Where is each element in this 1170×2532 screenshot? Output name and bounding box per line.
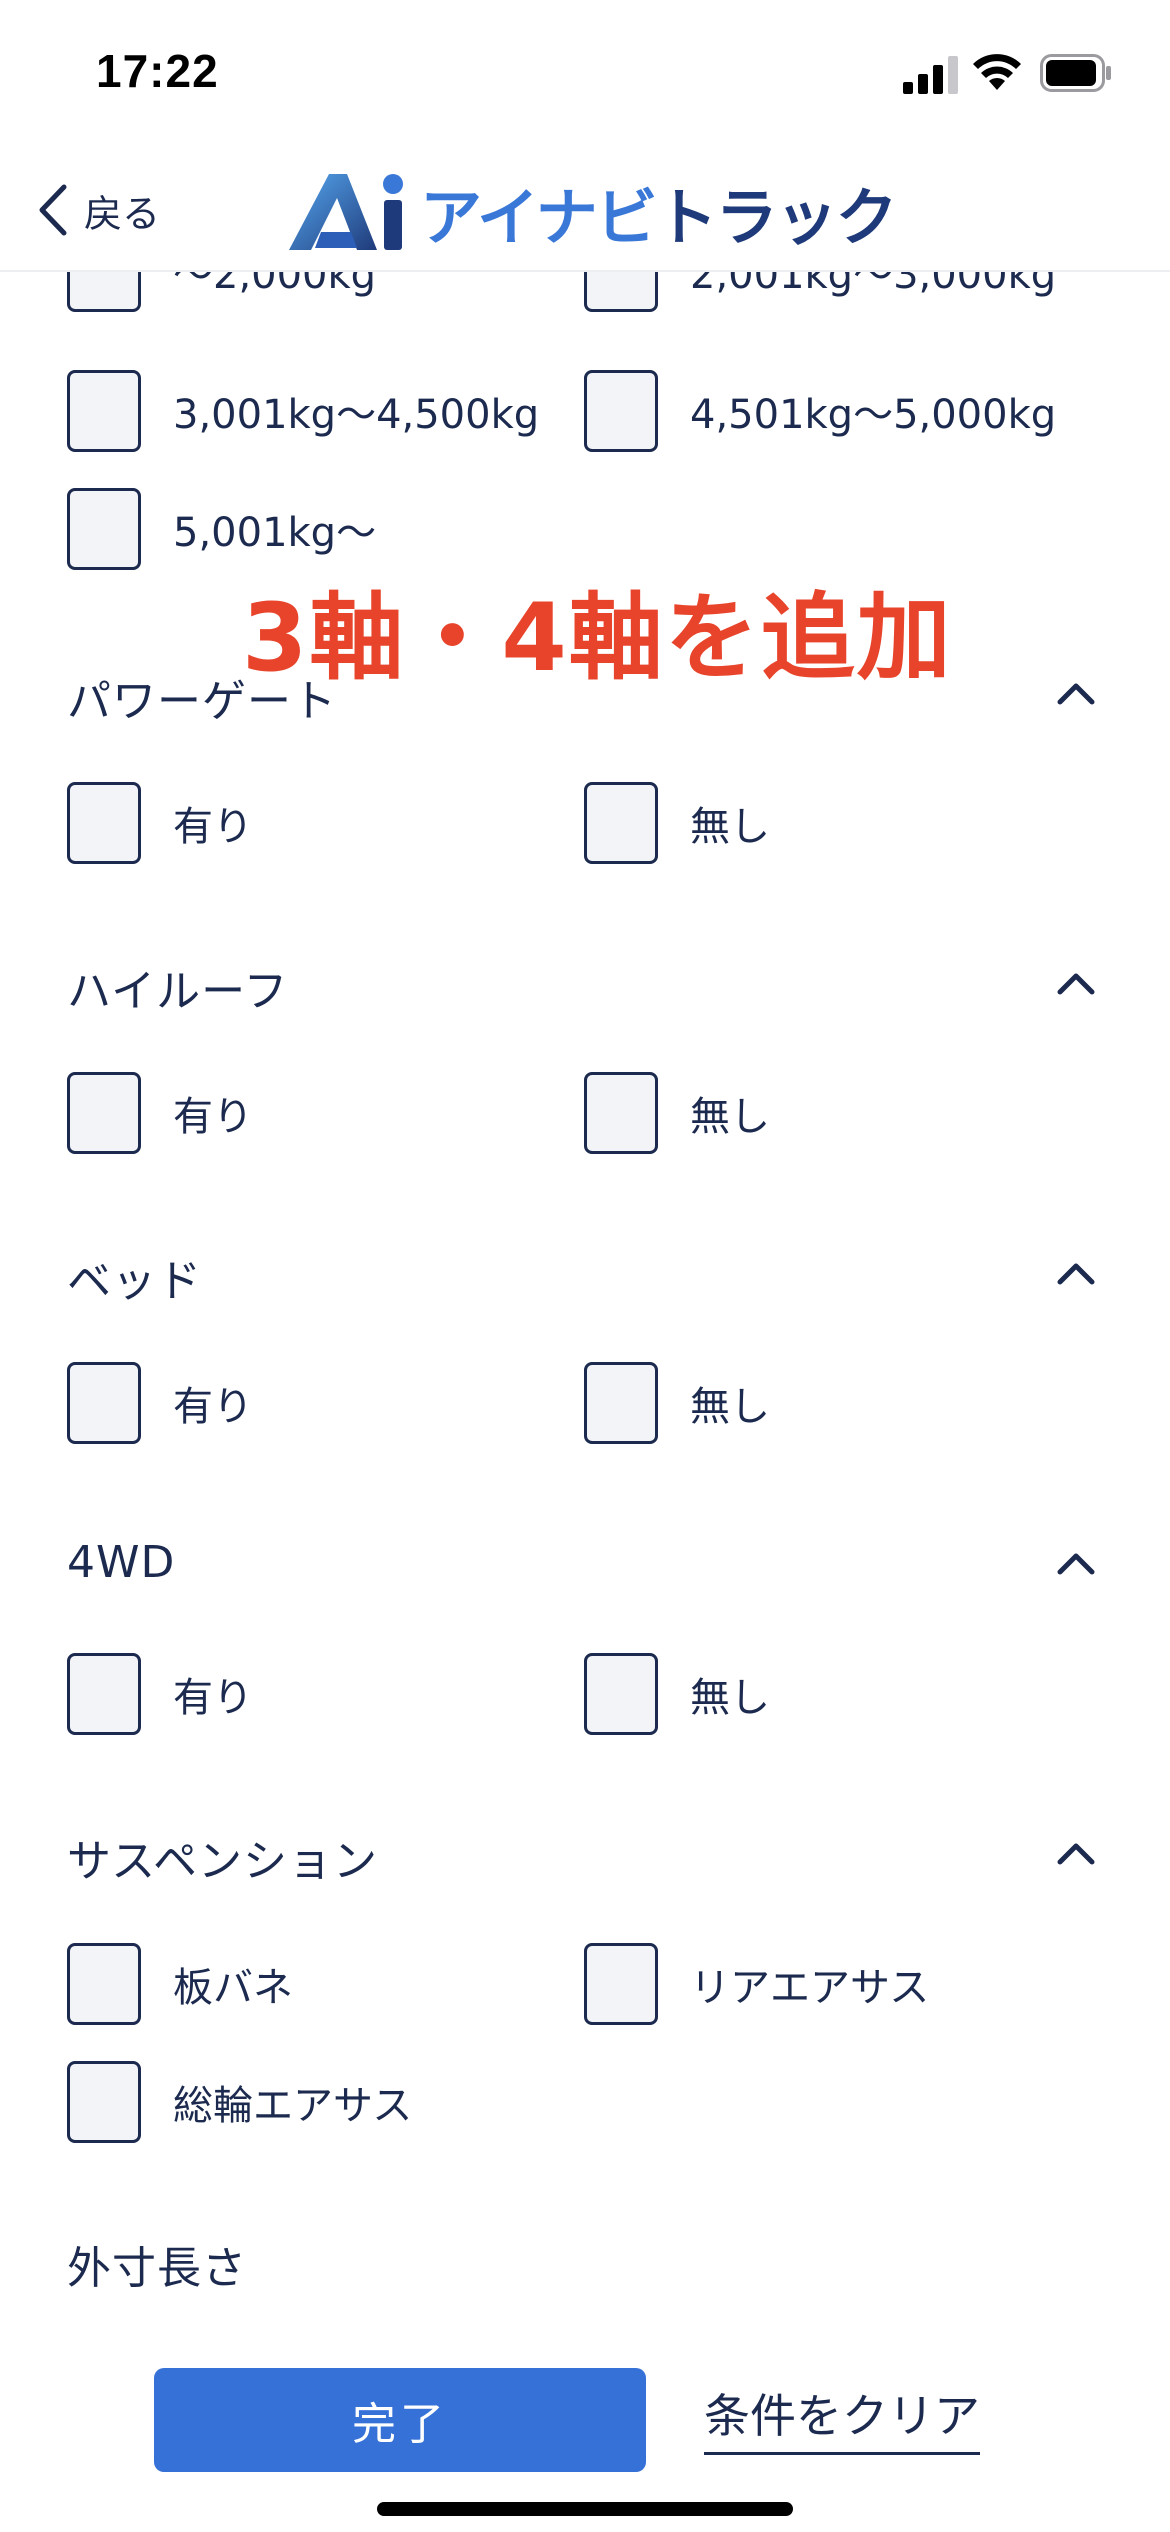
checkbox-4wd-yes[interactable]: 有り (67, 1653, 253, 1735)
checkbox[interactable] (67, 488, 141, 570)
checkbox-suspension-rear-air[interactable]: リアエアサス (584, 1943, 929, 2025)
checkbox[interactable] (67, 1943, 141, 2025)
option-label: 有り (173, 804, 253, 850)
annotation-text: 3軸・4軸を追加 (242, 584, 953, 693)
logo-text: アイナビトラック (420, 167, 898, 257)
logo-text-ainavi: アイナビ (420, 181, 658, 254)
chevron-left-icon (39, 184, 67, 236)
option-label: 無し (690, 1384, 770, 1430)
option-label: 2,001kg〜3,000kg (690, 272, 1057, 298)
checkbox-suspension-leaf-spring[interactable]: 板バネ (67, 1943, 293, 2025)
checkbox-weight-under-2000[interactable]: 〜2,000kg (67, 272, 376, 312)
clear-conditions-link[interactable]: 条件をクリア (704, 2380, 980, 2455)
checkbox[interactable] (584, 1072, 658, 1154)
checkbox[interactable] (67, 272, 141, 312)
option-label: 有り (173, 1094, 253, 1140)
section-title-outer-length: 外寸長さ (67, 2243, 247, 2294)
section-title-suspension: サスペンション (67, 1836, 379, 1887)
option-label: 総輪エアサス (173, 2083, 413, 2129)
checkbox-power-gate-yes[interactable]: 有り (67, 782, 253, 864)
option-label: リアエアサス (690, 1965, 930, 2011)
option-label: 無し (690, 1094, 770, 1140)
checkbox-weight-3001-4500[interactable]: 3,001kg〜4,500kg (67, 370, 539, 452)
checkbox[interactable] (584, 1943, 658, 2025)
section-title-bed: ベッド (67, 1256, 202, 1307)
checkbox-weight-4501-5000[interactable]: 4,501kg〜5,000kg (584, 370, 1056, 452)
checkbox-weight-2001-3000[interactable]: 2,001kg〜3,000kg (584, 272, 1056, 312)
option-label: 板バネ (173, 1965, 293, 2011)
checkbox[interactable] (584, 1362, 658, 1444)
chevron-up-icon[interactable] (1054, 968, 1098, 998)
checkbox-weight-over-5001[interactable]: 5,001kg〜 (67, 488, 376, 570)
chevron-up-icon[interactable] (1054, 1548, 1098, 1578)
logo-text-truck: トラック (655, 181, 898, 254)
status-time: 17:22 (96, 45, 219, 97)
chevron-up-icon[interactable] (1054, 678, 1098, 708)
checkbox[interactable] (584, 370, 658, 452)
cellular-signal-icon (903, 56, 958, 94)
checkbox[interactable] (67, 1653, 141, 1735)
done-button[interactable]: 完了 (154, 2368, 646, 2472)
battery-icon (1040, 54, 1111, 92)
option-label: 〜2,000kg (173, 272, 377, 298)
wifi-icon (973, 54, 1021, 90)
section-title-4wd: 4WD (67, 1537, 176, 1588)
checkbox[interactable] (584, 782, 658, 864)
option-label: 有り (173, 1675, 253, 1721)
checkbox[interactable] (67, 2061, 141, 2143)
option-label: 無し (690, 1675, 770, 1721)
checkbox-bed-no[interactable]: 無し (584, 1362, 770, 1444)
home-indicator (377, 2502, 793, 2516)
option-label: 無し (690, 804, 770, 850)
chevron-up-icon[interactable] (1054, 1838, 1098, 1868)
app-logo: アイナビトラック (285, 167, 898, 257)
checkbox-high-roof-no[interactable]: 無し (584, 1072, 770, 1154)
ai-logo-icon (289, 174, 403, 250)
option-label: 3,001kg〜4,500kg (173, 392, 540, 438)
back-label: 戻る (84, 191, 161, 236)
checkbox-high-roof-yes[interactable]: 有り (67, 1072, 253, 1154)
option-label: 4,501kg〜5,000kg (690, 392, 1057, 438)
checkbox-4wd-no[interactable]: 無し (584, 1653, 770, 1735)
checkbox[interactable] (67, 1072, 141, 1154)
checkbox[interactable] (584, 272, 658, 312)
option-label: 有り (173, 1384, 253, 1430)
bottom-action-bar: 完了 条件をクリア (0, 2312, 1170, 2532)
status-bar: 17:22 (0, 0, 1170, 150)
checkbox-power-gate-no[interactable]: 無し (584, 782, 770, 864)
checkbox-bed-yes[interactable]: 有り (67, 1362, 253, 1444)
section-title-high-roof: ハイルーフ (67, 966, 289, 1017)
chevron-up-icon[interactable] (1054, 1258, 1098, 1288)
checkbox[interactable] (67, 782, 141, 864)
checkbox[interactable] (67, 370, 141, 452)
app-header: 戻る アイナビトラック (0, 150, 1170, 272)
checkbox-suspension-full-air[interactable]: 総輪エアサス (67, 2061, 412, 2143)
filter-content[interactable]: 〜2,000kg 2,001kg〜3,000kg 3,001kg〜4,500kg… (0, 272, 1170, 2312)
checkbox[interactable] (67, 1362, 141, 1444)
back-button[interactable]: 戻る (36, 180, 160, 240)
option-label: 5,001kg〜 (173, 510, 377, 556)
checkbox[interactable] (584, 1653, 658, 1735)
